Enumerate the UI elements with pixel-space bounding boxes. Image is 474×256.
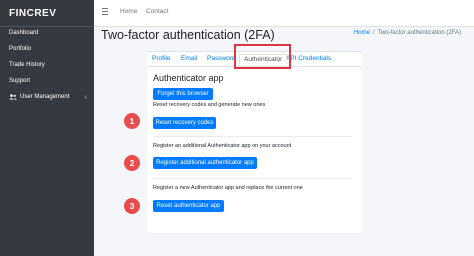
reset-recovery-codes-button[interactable]: Reset recovery codes xyxy=(153,117,216,129)
users-icon xyxy=(9,94,17,100)
tab-email[interactable]: Email xyxy=(181,55,197,62)
tab-profile[interactable]: Profile xyxy=(152,55,170,62)
sidebar-item-label: Dashboard xyxy=(9,30,39,36)
section-title: Authenticator app xyxy=(153,73,224,83)
sidebar-item-user-management[interactable]: User Management ‹ xyxy=(0,90,94,104)
step-marker-2: 2 xyxy=(124,155,140,171)
breadcrumb-separator: / xyxy=(372,30,375,36)
replace-app-description: Register a new Authenticator app and rep… xyxy=(153,185,303,191)
breadcrumb: Home / Two-factor authentication (2FA) xyxy=(354,30,461,36)
sidebar-item-label: Trade History xyxy=(9,62,45,68)
reset-authenticator-button[interactable]: Reset authenticator app xyxy=(153,200,224,212)
reset-codes-description: Reset recovery codes and generate new on… xyxy=(153,102,266,108)
sidebar-item-label: Portfolio xyxy=(9,46,32,52)
register-authenticator-button[interactable]: Register additional authenticator app xyxy=(153,157,257,169)
tab-password[interactable]: Password xyxy=(207,55,236,62)
breadcrumb-home[interactable]: Home xyxy=(354,30,370,36)
topbar: Home Contact xyxy=(94,0,474,27)
sidebar-item-trade-history[interactable]: Trade History xyxy=(0,58,94,72)
register-app-description: Register an additional Authenticator app… xyxy=(153,143,292,149)
page-title: Two-factor authentication (2FA) xyxy=(101,28,275,42)
sidebar: FINCREV Dashboard Portfolio Trade Histor… xyxy=(0,0,94,256)
sidebar-item-label: Support xyxy=(9,78,31,84)
sidebar-item-dashboard[interactable]: Dashboard xyxy=(0,26,94,40)
nav-link-contact[interactable]: Contact xyxy=(146,8,168,15)
brand-logo[interactable]: FINCREV xyxy=(0,0,94,27)
sidebar-item-label: User Management xyxy=(20,94,70,100)
forget-browser-button[interactable]: Forget this browser xyxy=(153,88,213,100)
sidebar-item-support[interactable]: Support xyxy=(0,74,94,88)
chevron-left-icon: ‹ xyxy=(84,93,87,101)
hamburger-menu-icon[interactable] xyxy=(102,8,108,15)
divider xyxy=(153,178,351,179)
step-marker-1: 1 xyxy=(124,113,140,129)
sidebar-item-portfolio[interactable]: Portfolio xyxy=(0,42,94,56)
divider xyxy=(153,136,351,137)
brand-name: FINCREV xyxy=(9,7,57,19)
step-marker-3: 3 xyxy=(124,198,140,214)
tab-highlight-box xyxy=(234,44,291,69)
breadcrumb-current: Two-factor authentication (2FA) xyxy=(377,30,461,36)
tab-api-credentials[interactable]: API Credentials xyxy=(286,55,331,62)
nav-link-home[interactable]: Home xyxy=(120,8,137,15)
